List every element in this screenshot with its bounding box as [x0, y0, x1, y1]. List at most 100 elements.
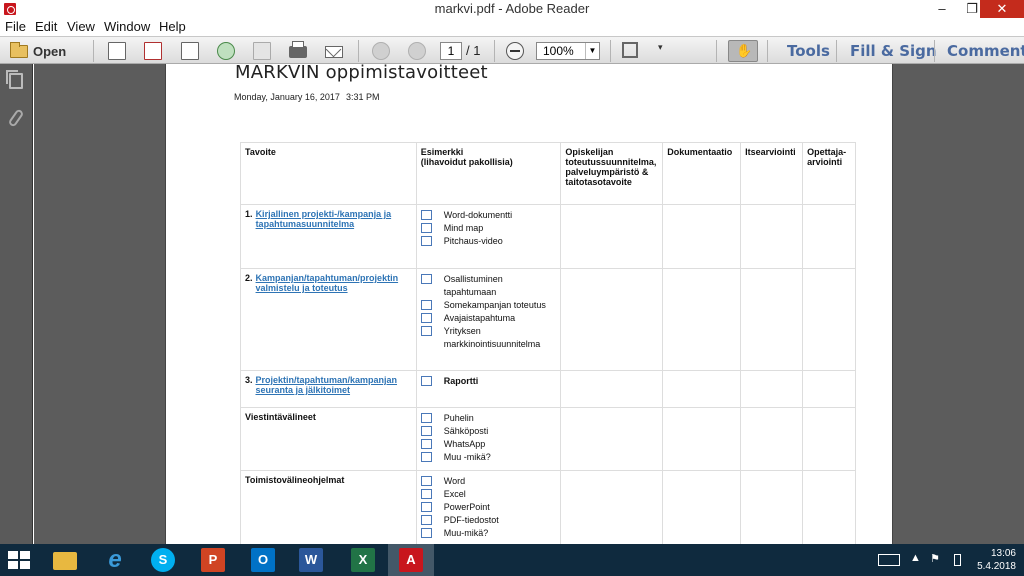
- upload-cloud-icon[interactable]: [217, 42, 235, 60]
- checkbox[interactable]: [420, 515, 432, 525]
- empty-cell: [560, 204, 664, 269]
- hand-tool-button[interactable]: [728, 40, 758, 62]
- fit-page-icon[interactable]: [622, 42, 638, 58]
- toolbar-separator: [934, 40, 935, 62]
- previous-page-icon[interactable]: [372, 42, 390, 60]
- checkbox[interactable]: [420, 236, 432, 246]
- empty-cell: [740, 470, 804, 544]
- title-bar: markvi.pdf - Adobe Reader – ❐ ✕: [0, 0, 1024, 18]
- checkbox[interactable]: [420, 426, 432, 436]
- toolbar-separator: [93, 40, 94, 62]
- empty-cell: [560, 268, 664, 371]
- goal-link[interactable]: Kampanjan/tapahtuman/projektin valmistel…: [256, 273, 412, 293]
- document-viewport[interactable]: MARKVIN oppimistavoitteet Monday, Januar…: [34, 64, 1024, 544]
- table-row: 2. Kampanjan/tapahtuman/projektin valmis…: [240, 268, 856, 371]
- example-label: PDF-tiedostot: [443, 515, 499, 525]
- internet-explorer-icon[interactable]: e: [92, 544, 138, 576]
- toolbar-separator: [494, 40, 495, 62]
- header-tavoite: Tavoite: [240, 142, 417, 205]
- export-pdf-icon[interactable]: [144, 42, 162, 60]
- next-page-icon[interactable]: [408, 42, 426, 60]
- menu-edit[interactable]: Edit: [35, 19, 57, 34]
- table-row: Viestintävälineet Puhelin Sähköposti Wha…: [240, 407, 856, 471]
- goal-cell: Toimistovälineohjelmat: [240, 470, 417, 544]
- goal-cell: 2. Kampanjan/tapahtuman/projektin valmis…: [240, 268, 417, 371]
- toolbar: Open 1 / 1 100% ▼ ▾ Tools Fill & Sign Co…: [0, 36, 1024, 64]
- powerpoint-icon[interactable]: P: [190, 544, 236, 576]
- checkbox[interactable]: [420, 528, 432, 538]
- checkbox[interactable]: [420, 413, 432, 423]
- fill-sign-button[interactable]: Fill & Sign: [850, 42, 937, 60]
- examples-cell: Raportti: [415, 370, 562, 408]
- open-label: Open: [33, 43, 67, 59]
- attachments-paperclip-icon[interactable]: [7, 108, 25, 128]
- example-label: Muu -mikä?: [443, 452, 491, 462]
- pdf-page: MARKVIN oppimistavoitteet Monday, Januar…: [165, 64, 893, 544]
- example-label: Raportti: [443, 376, 479, 386]
- skype-icon[interactable]: S: [140, 544, 186, 576]
- toolbar-separator: [767, 40, 768, 62]
- close-button[interactable]: ✕: [980, 0, 1024, 18]
- chevron-down-icon[interactable]: ▼: [585, 43, 599, 59]
- empty-cell: [740, 370, 804, 408]
- toolbar-separator: [358, 40, 359, 62]
- checkbox[interactable]: [420, 313, 432, 323]
- outlook-icon[interactable]: O: [240, 544, 286, 576]
- empty-cell: [560, 370, 664, 408]
- comment-button[interactable]: Comment: [947, 42, 1024, 60]
- page-thumbnails-icon[interactable]: [6, 70, 23, 89]
- goal-cell: 3. Projektin/tapahtuman/kampanjan seuran…: [240, 370, 417, 408]
- checkbox[interactable]: [420, 452, 432, 462]
- action-center-flag-icon[interactable]: ⚑: [930, 552, 940, 565]
- document-title: MARKVIN oppimistavoitteet: [235, 64, 488, 83]
- menu-file[interactable]: File: [5, 19, 26, 34]
- menu-help[interactable]: Help: [159, 19, 186, 34]
- zoom-select[interactable]: 100% ▼: [536, 42, 600, 60]
- adobe-reader-taskbar-icon[interactable]: A: [388, 544, 434, 576]
- show-hidden-icons-chevron-icon[interactable]: ▲: [910, 552, 921, 564]
- goal-number: 1.: [245, 209, 253, 219]
- keyboard-icon[interactable]: [878, 554, 900, 566]
- checkbox[interactable]: [420, 223, 432, 233]
- empty-cell: [740, 204, 804, 269]
- checkbox[interactable]: [420, 210, 432, 220]
- toolbar-separator: [610, 40, 611, 62]
- empty-cell: [662, 470, 742, 544]
- checkbox[interactable]: [420, 489, 432, 499]
- goal-link[interactable]: Kirjallinen projekti-/kampanja ja tapaht…: [256, 209, 412, 229]
- checkbox[interactable]: [420, 439, 432, 449]
- checkbox[interactable]: [420, 326, 432, 336]
- system-clock[interactable]: 13:06 5.4.2018: [977, 547, 1016, 573]
- checkbox[interactable]: [420, 502, 432, 512]
- edit-pdf-icon[interactable]: [181, 42, 199, 60]
- save-icon[interactable]: [253, 42, 271, 60]
- page-number-input[interactable]: 1: [440, 42, 462, 60]
- example-label: Puhelin: [443, 413, 474, 423]
- print-icon[interactable]: [289, 41, 307, 58]
- menu-view[interactable]: View: [67, 19, 95, 34]
- windows-start-icon[interactable]: [8, 551, 30, 569]
- excel-icon[interactable]: X: [340, 544, 386, 576]
- tools-button[interactable]: Tools: [787, 42, 830, 60]
- goal-link[interactable]: Projektin/tapahtuman/kampanjan seuranta …: [255, 375, 411, 395]
- create-pdf-icon[interactable]: [108, 42, 126, 60]
- table-header-row: Tavoite Esimerkki (lihavoidut pakollisia…: [240, 142, 856, 205]
- examples-cell: Word-dokumentti Mind map Pitchaus-video: [415, 204, 562, 269]
- battery-icon[interactable]: [954, 554, 961, 566]
- menu-window[interactable]: Window: [104, 19, 150, 34]
- checkbox[interactable]: [420, 476, 432, 486]
- empty-cell: [802, 407, 856, 471]
- empty-cell: [802, 470, 856, 544]
- zoom-out-icon[interactable]: [506, 42, 524, 60]
- file-explorer-icon[interactable]: [42, 544, 88, 576]
- open-button[interactable]: Open: [10, 40, 66, 62]
- taskbar: e S P O W X A ▲ ⚑ 13:06 5.4.2018: [0, 544, 1024, 576]
- checkbox[interactable]: [420, 376, 432, 386]
- checkbox[interactable]: [420, 274, 432, 284]
- empty-cell: [740, 268, 804, 371]
- checkbox[interactable]: [420, 300, 432, 310]
- toolbar-menu-chevron-icon[interactable]: ▾: [658, 42, 668, 60]
- minimize-button[interactable]: –: [928, 0, 956, 18]
- email-icon[interactable]: [325, 46, 343, 58]
- word-icon[interactable]: W: [288, 544, 334, 576]
